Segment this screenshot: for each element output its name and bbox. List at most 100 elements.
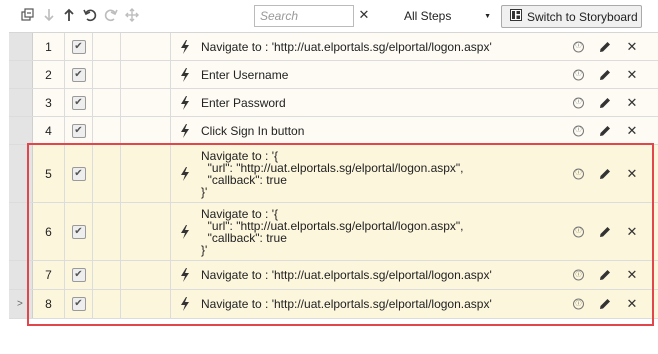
pencil-icon[interactable] [599,69,611,81]
step-description[interactable]: Navigate to : 'http://uat.elportals.sg/e… [201,290,561,318]
close-icon[interactable]: ✕ [626,296,638,311]
info-icon[interactable]: ⓘ [573,69,584,80]
lightning-icon [180,39,190,54]
checkbox-cell: ✔ [65,145,93,202]
step-enabled-checkbox[interactable]: ✔ [71,123,86,138]
breakpoint-cell[interactable] [93,61,121,88]
chevron-down-icon: ▼ [484,12,491,20]
step-enabled-checkbox[interactable]: ✔ [71,268,86,282]
step-enabled-checkbox[interactable]: ✔ [71,166,86,181]
step-enabled-checkbox[interactable]: ✔ [71,39,86,54]
move-icon[interactable] [123,6,141,24]
breakpoint-cell[interactable] [93,203,121,260]
breakpoint-cell[interactable] [93,33,121,60]
step-row[interactable]: 4 ✔ Click Sign In button ⓘ ✕ [9,117,658,145]
step-enabled-checkbox[interactable]: ✔ [71,95,86,110]
pencil-icon[interactable] [599,125,611,137]
info-icon[interactable]: ⓘ [573,298,584,310]
row-gutter[interactable] [9,117,33,144]
search-input[interactable] [254,5,354,27]
close-icon[interactable]: ✕ [626,39,638,54]
expand-collapse-icon[interactable] [19,6,37,24]
breakpoint-cell[interactable] [93,290,121,318]
checkbox-cell: ✔ [65,89,93,116]
step-number: 3 [33,89,65,116]
pencil-icon[interactable] [599,269,611,281]
row-gutter[interactable] [9,203,33,260]
breakpoint-cell[interactable] [93,261,121,289]
checkbox-cell: ✔ [65,203,93,260]
breakpoint-cell[interactable] [93,145,121,202]
row-gutter[interactable]: > [9,290,33,318]
step-number: 4 [33,117,65,144]
step-row[interactable]: 7 ✔ Navigate to : 'http://uat.elportals.… [9,261,658,290]
clear-search-icon[interactable]: ✕ [357,7,371,23]
info-icon[interactable]: ⓘ [573,97,584,108]
move-up-icon[interactable] [60,6,78,24]
pencil-icon[interactable] [599,226,611,238]
step-description[interactable]: Click Sign In button [201,117,561,144]
redo-icon[interactable] [102,6,120,24]
row-gutter[interactable] [9,261,33,289]
step-description[interactable]: Enter Username [201,61,561,88]
checkbox-cell: ✔ [65,261,93,289]
step-description[interactable]: Navigate to : '{ "url": "http://uat.elpo… [201,203,561,260]
steps-filter-dropdown[interactable]: All Steps ▼ [399,6,494,26]
close-icon[interactable]: ✕ [626,95,638,110]
step-row[interactable]: 6 ✔ Navigate to : '{ "url": "http://uat.… [9,203,658,261]
undo-icon[interactable] [81,6,99,24]
row-gutter[interactable] [9,33,33,60]
pencil-icon[interactable] [599,298,611,310]
lightning-icon [180,123,190,138]
step-description[interactable]: Navigate to : 'http://uat.elportals.sg/e… [201,33,561,60]
close-icon[interactable]: ✕ [626,123,638,138]
info-icon[interactable]: ⓘ [573,125,584,136]
info-icon[interactable]: ⓘ [573,226,584,237]
storyboard-icon [510,9,522,24]
info-icon[interactable]: ⓘ [573,168,584,179]
step-type-cell [121,290,171,318]
step-enabled-checkbox[interactable]: ✔ [71,297,86,311]
step-row[interactable]: > 8 ✔ Navigate to : 'http://uat.elportal… [9,290,658,319]
toolbar: ✕ All Steps ▼ Switch to Storyboard [0,0,658,32]
step-type-cell [121,33,171,60]
breakpoint-cell[interactable] [93,117,121,144]
switch-to-storyboard-button[interactable]: Switch to Storyboard [501,5,642,28]
step-row[interactable]: 3 ✔ Enter Password ⓘ ✕ [9,89,658,117]
step-type-cell [121,203,171,260]
info-icon[interactable]: ⓘ [573,41,584,52]
step-enabled-checkbox[interactable]: ✔ [71,224,86,239]
step-number: 5 [33,145,65,202]
step-enabled-checkbox[interactable]: ✔ [71,67,86,82]
pencil-icon[interactable] [599,168,611,180]
checkbox-cell: ✔ [65,117,93,144]
close-icon[interactable]: ✕ [626,224,638,239]
lightning-icon [180,166,190,181]
lightning-icon [180,268,190,282]
close-icon[interactable]: ✕ [626,67,638,82]
checkbox-cell: ✔ [65,61,93,88]
pencil-icon[interactable] [599,41,611,53]
close-icon[interactable]: ✕ [626,166,638,181]
close-icon[interactable]: ✕ [626,267,638,282]
step-row[interactable]: 2 ✔ Enter Username ⓘ ✕ [9,61,658,89]
step-description[interactable]: Navigate to : '{ "url": "http://uat.elpo… [201,145,561,202]
lightning-icon [180,67,190,82]
pencil-icon[interactable] [599,97,611,109]
move-down-icon[interactable] [40,6,58,24]
lightning-icon [180,224,190,239]
step-row[interactable]: 5 ✔ Navigate to : '{ "url": "http://uat.… [9,145,658,203]
step-description[interactable]: Enter Password [201,89,561,116]
row-gutter[interactable] [9,61,33,88]
row-gutter[interactable] [9,145,33,202]
steps-filter-value: All Steps [404,9,452,23]
row-gutter[interactable] [9,89,33,116]
step-description[interactable]: Navigate to : 'http://uat.elportals.sg/e… [201,261,561,289]
lightning-icon [180,95,190,110]
step-row[interactable]: 1 ✔ Navigate to : 'http://uat.elportals.… [9,33,658,61]
step-type-cell [121,145,171,202]
step-type-cell [121,89,171,116]
info-icon[interactable]: ⓘ [573,269,584,281]
step-number: 1 [33,33,65,60]
breakpoint-cell[interactable] [93,89,121,116]
